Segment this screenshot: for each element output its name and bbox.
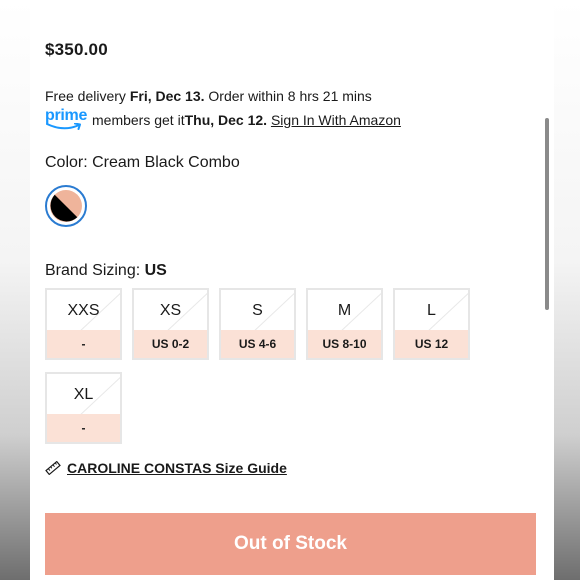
product-panel: $350.00 Free delivery Fri, Dec 13. Order… [30,0,554,580]
background-right [554,0,580,580]
prime-smile-icon [46,123,81,130]
size-us: US 12 [395,330,468,358]
size-option-xxs[interactable]: XXS - [45,288,122,360]
delivery-prefix: Free delivery [45,88,130,104]
brand-sizing-value: US [144,262,167,279]
brand-sizing-prefix: Brand Sizing: [45,262,145,279]
size-us: US 4-6 [221,330,294,358]
size-us: - [47,414,120,442]
prime-prefix: members get it [92,112,185,128]
size-option-m[interactable]: M US 8-10 [306,288,383,360]
size-guide-link[interactable]: CAROLINE CONSTAS Size Guide [45,460,287,476]
size-option-xl[interactable]: XL - [45,372,122,444]
size-guide-label: CAROLINE CONSTAS Size Guide [67,460,287,476]
size-name: L [427,302,436,319]
size-us: US 0-2 [134,330,207,358]
color-swatch-icon [50,190,82,222]
background-left [0,0,30,580]
size-us: US 8-10 [308,330,381,358]
brand-sizing-label: Brand Sizing: US [45,262,167,280]
delivery-date: Fri, Dec 13. [129,88,205,104]
prime-logo: prime [45,107,87,132]
sign-in-amazon-link[interactable]: Sign In With Amazon [271,112,401,128]
scrollbar[interactable] [545,118,549,310]
product-price: $350.00 [45,40,108,59]
color-swatch-cream-black[interactable] [45,185,87,227]
size-us: - [47,330,120,358]
delivery-suffix: Order within 8 hrs 21 mins [204,88,372,104]
size-name: M [337,302,352,319]
size-name: S [252,302,263,319]
prime-date: Thu, Dec 12. [184,112,268,128]
size-option-s[interactable]: S US 4-6 [219,288,296,360]
size-name: XS [159,302,182,319]
out-of-stock-button[interactable]: Out of Stock [45,513,536,575]
size-option-xs[interactable]: XS US 0-2 [132,288,209,360]
delivery-info: Free delivery Fri, Dec 13. Order within … [45,88,372,104]
size-name: XL [73,386,94,403]
ruler-icon [45,461,61,475]
size-name: XXS [67,302,100,319]
prime-info: prime members get it Thu, Dec 12. Sign I… [45,107,401,132]
color-label: Color: Cream Black Combo [45,154,240,171]
size-option-l[interactable]: L US 12 [393,288,470,360]
